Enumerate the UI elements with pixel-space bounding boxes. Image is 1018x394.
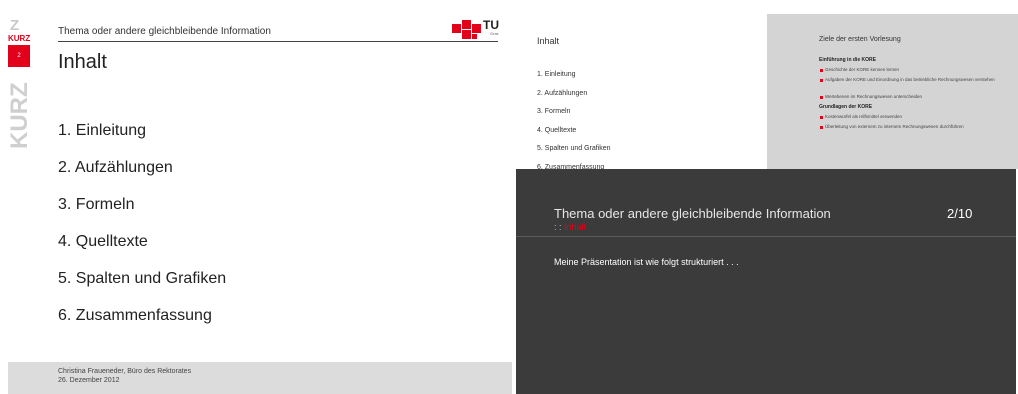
outline-list: 1. Einleitung 2. Aufzählungen 3. Formeln… xyxy=(537,70,611,181)
logo-block xyxy=(452,24,461,33)
preview-section-heading: Einführung in die KORE xyxy=(819,57,876,63)
outline-item: 1. Einleitung xyxy=(537,71,576,78)
preview-section-heading: Grundlagen der KORE xyxy=(819,104,873,110)
page-number-badge: 2 xyxy=(8,45,30,67)
logo-block xyxy=(472,34,477,39)
slide-header-text: Thema oder andere gleichbleibende Inform… xyxy=(58,26,271,37)
preview-bullet-item: Aufgaben der KORE und Einordnung in das … xyxy=(820,77,995,83)
kurz-sidebar-logo-text: KURZ xyxy=(6,82,33,150)
slide-footer: Christina Fraueneder, Büro des Rektorate… xyxy=(8,362,512,394)
preview-bullet-text: Aufgaben der KORE und Einordnung in das … xyxy=(825,77,995,82)
preview-bullet-item: Wertebenen im Rechnungswesen unterscheid… xyxy=(820,94,995,100)
presenter-section-name: Inhalt xyxy=(564,222,587,232)
presenter-header-text: Thema oder andere gleichbleibende Inform… xyxy=(554,206,831,221)
kurz-sidebar: Z KURZ 2 KURZ xyxy=(6,17,33,158)
preview-bullet-text: Überleitung von externem zu internem Rec… xyxy=(825,124,964,129)
presenter-notes-panel: Thema oder andere gleichbleibende Inform… xyxy=(516,169,1016,394)
kurz-sidebar-word: KURZ xyxy=(8,34,31,43)
preview-bullet-text: Kostenwürfel als Hilfsmittel verwenden xyxy=(825,114,903,119)
preview-bullet-item: Geschichte der KORE kennen lernen xyxy=(820,67,995,73)
bullet-icon xyxy=(820,96,823,99)
bullet-icon xyxy=(820,126,823,129)
presenter-section: : : Inhalt xyxy=(554,222,586,232)
footer-date: 26. Dezember 2012 xyxy=(58,377,120,384)
preview-bullet-text: Wertebenen im Rechnungswesen unterscheid… xyxy=(825,94,922,99)
logo-block xyxy=(462,20,471,29)
kurz-sidebar-logo: KURZ xyxy=(6,68,33,164)
slide-title: Inhalt xyxy=(58,51,107,73)
outline-item: 2. Aufzählungen xyxy=(537,89,588,97)
presenter-note: Meine Präsentation ist wie folgt struktu… xyxy=(554,257,739,267)
logo-subtext: Graz xyxy=(490,31,499,36)
toc-item[interactable]: 6. Zusammenfassung xyxy=(58,306,226,343)
kurz-sidebar-top-letter: Z xyxy=(10,17,20,34)
table-of-contents: 1. Einleitung 2. Aufzählungen 3. Formeln… xyxy=(58,121,226,343)
outline-item: 5. Spalten und Grafiken xyxy=(537,145,611,152)
toc-item[interactable]: 2. Aufzählungen xyxy=(58,158,226,195)
preview-bullet-item: Kostenwürfel als Hilfsmittel verwenden xyxy=(820,114,995,120)
outline-item: 3. Formeln xyxy=(537,108,571,115)
logo-block xyxy=(472,24,481,33)
toc-item[interactable]: 4. Quelltexte xyxy=(58,232,226,269)
preview-title: Ziele der ersten Vorlesung xyxy=(819,36,901,43)
toc-item[interactable]: 1. Einleitung xyxy=(58,121,226,158)
preview-bullet-text: Geschichte der KORE kennen lernen xyxy=(825,67,900,72)
preview-bullet-item: Überleitung von externem zu internem Rec… xyxy=(820,124,995,130)
bullet-icon xyxy=(820,69,823,72)
toc-item[interactable]: 3. Formeln xyxy=(58,195,226,232)
bullet-icon xyxy=(820,79,823,82)
bullet-icon xyxy=(820,116,823,119)
slide-header-divider xyxy=(58,41,498,42)
presenter-section-separator: : : xyxy=(554,222,562,232)
footer-author: Christina Fraueneder, Büro des Rektorate… xyxy=(58,368,192,375)
tu-graz-logo: TU Graz xyxy=(452,18,502,42)
logo-text: TU xyxy=(483,18,499,32)
presenter-divider xyxy=(516,236,1016,237)
next-slide-preview[interactable]: Ziele der ersten Vorlesung Einführung in… xyxy=(767,14,1018,169)
toc-item[interactable]: 5. Spalten und Grafiken xyxy=(58,269,226,306)
outline-title: Inhalt xyxy=(537,36,560,46)
page-indicator: 2/10 xyxy=(947,206,973,221)
logo-block xyxy=(462,30,471,39)
outline-item: 4. Quelltexte xyxy=(537,126,577,134)
